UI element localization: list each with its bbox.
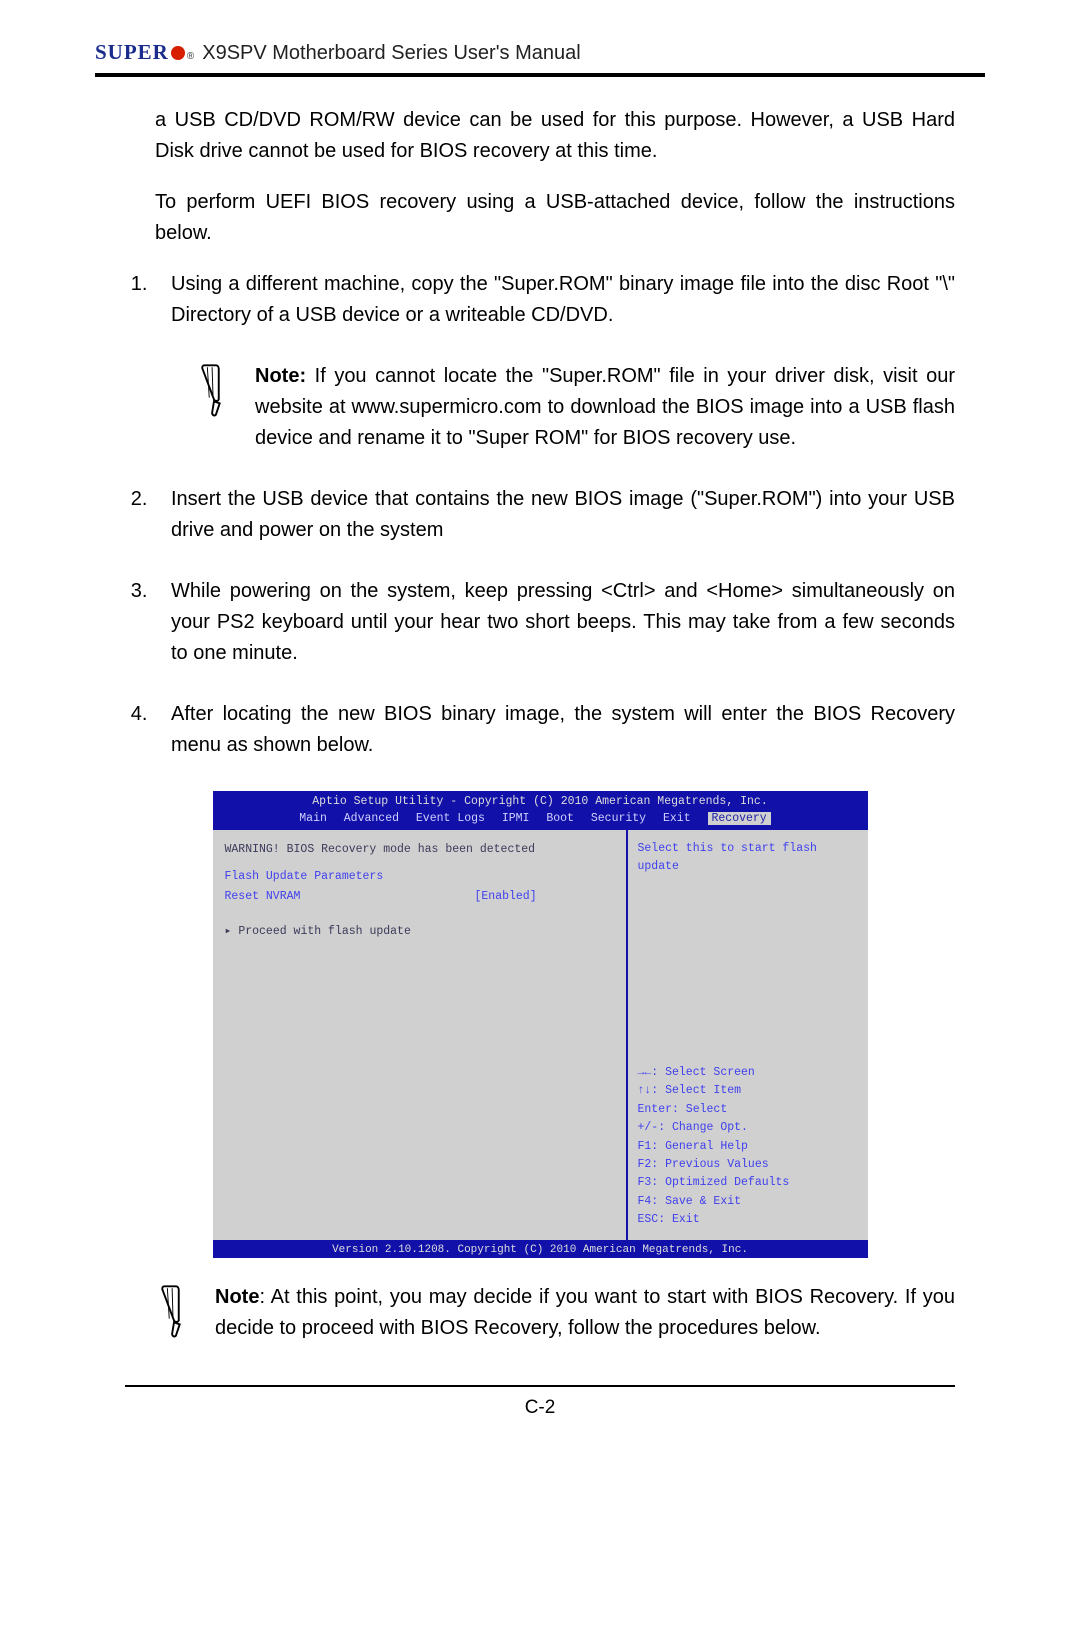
bios-proceed-label: Proceed with flash update [238, 925, 411, 938]
bios-menu-bar: Main Advanced Event Logs IPMI Boot Secur… [213, 810, 868, 829]
footer-rule [125, 1385, 955, 1387]
bios-key-0: →←: Select Screen [638, 1064, 858, 1082]
bios-menu-exit[interactable]: Exit [663, 812, 691, 825]
bios-title: Aptio Setup Utility - Copyright (C) 2010… [213, 793, 868, 810]
step-3: While powering on the system, keep press… [153, 576, 955, 669]
header-rule [95, 73, 985, 77]
bios-footer: Version 2.10.1208. Copyright (C) 2010 Am… [213, 1242, 868, 1258]
note-body-2: : At this point, you may decide if you w… [215, 1286, 955, 1339]
note-label-1: Note: [255, 365, 306, 387]
bios-screenshot: Aptio Setup Utility - Copyright (C) 2010… [213, 791, 868, 1258]
note-label-2: Note [215, 1286, 259, 1308]
manual-page: SUPER ® X9SPV Motherboard Series User's … [0, 0, 1080, 1469]
bios-menu-advanced[interactable]: Advanced [344, 812, 399, 825]
bios-key-1: ↑↓: Select Item [638, 1082, 858, 1100]
bios-key-4: F1: General Help [638, 1138, 858, 1156]
bios-menu-security[interactable]: Security [591, 812, 646, 825]
note-block-1: Note: If you cannot locate the "Super.RO… [195, 361, 955, 454]
bios-proceed[interactable]: ▸ Proceed with flash update [225, 922, 614, 942]
note-icon [155, 1282, 193, 1345]
bios-menu-recovery[interactable]: Recovery [708, 812, 771, 825]
bios-option-label: Reset NVRAM [225, 887, 475, 907]
note-block-2: Note: At this point, you may decide if y… [155, 1282, 955, 1345]
bios-right-pane: Select this to start flash update →←: Se… [626, 830, 868, 1240]
bios-help-text: Select this to start flash update [638, 840, 858, 877]
bios-section: Flash Update Parameters [225, 867, 614, 887]
note-icon [195, 361, 233, 424]
paragraph-intro-2: To perform UEFI BIOS recovery using a US… [155, 187, 955, 249]
instruction-list-cont: Insert the USB device that contains the … [125, 484, 955, 761]
bios-key-2: Enter: Select [638, 1101, 858, 1119]
bios-key-8: ESC: Exit [638, 1211, 858, 1229]
bios-key-3: +/-: Change Opt. [638, 1119, 858, 1137]
bios-menu-eventlogs[interactable]: Event Logs [416, 812, 485, 825]
instruction-list: Using a different machine, copy the "Sup… [125, 269, 955, 331]
bios-body: WARNING! BIOS Recovery mode has been det… [213, 830, 868, 1242]
note-text-2: Note: At this point, you may decide if y… [215, 1282, 955, 1344]
brand-dot-icon [171, 46, 185, 60]
bios-key-7: F4: Save & Exit [638, 1193, 858, 1211]
bios-option-row[interactable]: Reset NVRAM [Enabled] [225, 887, 614, 907]
bios-menu-ipmi[interactable]: IPMI [502, 812, 530, 825]
bios-left-pane: WARNING! BIOS Recovery mode has been det… [213, 830, 626, 1240]
registered-mark: ® [187, 51, 194, 62]
bios-menu-main[interactable]: Main [299, 812, 327, 825]
page-header: SUPER ® X9SPV Motherboard Series User's … [95, 40, 985, 65]
note-text-1: Note: If you cannot locate the "Super.RO… [255, 361, 955, 454]
brand-name: SUPER [95, 40, 169, 65]
paragraph-intro-1: a USB CD/DVD ROM/RW device can be used f… [155, 105, 955, 167]
bios-warning: WARNING! BIOS Recovery mode has been det… [225, 840, 614, 860]
step-4: After locating the new BIOS binary image… [153, 699, 955, 761]
doc-title: X9SPV Motherboard Series User's Manual [202, 42, 580, 65]
bios-key-5: F2: Previous Values [638, 1156, 858, 1174]
bios-keys-help: →←: Select Screen ↑↓: Select Item Enter:… [638, 1064, 858, 1230]
bios-key-6: F3: Optimized Defaults [638, 1174, 858, 1192]
step-1: Using a different machine, copy the "Sup… [153, 269, 955, 331]
step-2: Insert the USB device that contains the … [153, 484, 955, 546]
note-body-1: If you cannot locate the "Super.ROM" fil… [255, 365, 955, 449]
bios-menu-boot[interactable]: Boot [546, 812, 574, 825]
page-number: C-2 [95, 1397, 985, 1419]
bios-titlebar: Aptio Setup Utility - Copyright (C) 2010… [213, 791, 868, 830]
bios-option-value: [Enabled] [475, 887, 537, 907]
